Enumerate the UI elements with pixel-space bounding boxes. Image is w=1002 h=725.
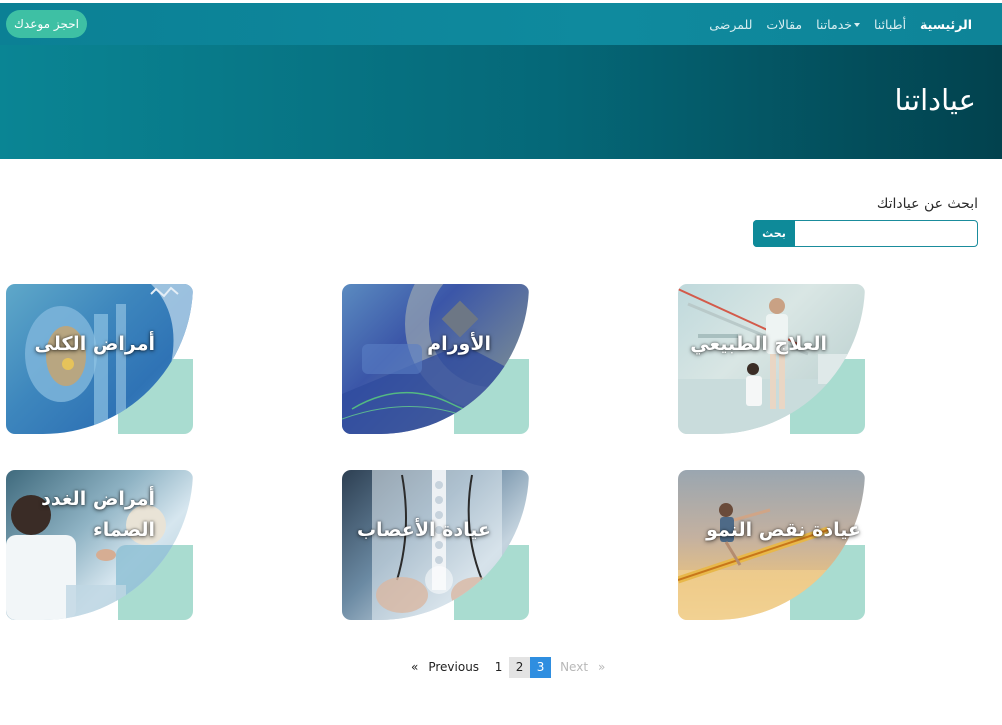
- clinic-card-growth[interactable]: عيادة نقص النمو: [678, 470, 865, 620]
- page-title: عياداتنا: [894, 83, 976, 117]
- search-button[interactable]: بحث: [753, 220, 795, 247]
- clinic-card-neurology[interactable]: عيادة الأعصاب: [342, 470, 529, 620]
- pagination-previous[interactable]: Previous: [423, 657, 484, 678]
- clinic-title: الأورام: [427, 333, 491, 355]
- clinic-card-oncology[interactable]: الأورام: [342, 284, 529, 434]
- nav-articles[interactable]: مقالات: [766, 17, 802, 32]
- clinic-card-physiotherapy[interactable]: العلاج الطبيعي: [678, 284, 865, 434]
- pagination-page-2[interactable]: 2: [509, 657, 531, 678]
- pagination-page-3[interactable]: 3: [530, 657, 552, 678]
- caret-down-icon: [853, 23, 860, 27]
- navbar: احجز موعدك الرئيسية أطبائنا خدماتنا مقال…: [0, 3, 1002, 45]
- nav-services[interactable]: خدماتنا: [816, 17, 860, 32]
- book-appointment-button[interactable]: احجز موعدك: [6, 10, 87, 38]
- pagination-page-1[interactable]: 1: [488, 657, 509, 678]
- pagination-next-arrow: »: [598, 660, 606, 674]
- nav-patients[interactable]: للمرضى: [709, 17, 752, 32]
- clinic-title: عيادة الأعصاب: [356, 519, 491, 541]
- clinic-card-endocrinology[interactable]: أمراض الغدد الصماء: [6, 470, 193, 620]
- pagination-prev-arrow[interactable]: «: [406, 657, 423, 678]
- search-input[interactable]: [796, 221, 974, 246]
- clinic-card-nephrology[interactable]: أمراض الكلى: [6, 284, 193, 434]
- clinic-title: أمراض الكلى: [34, 333, 155, 355]
- clinic-title: العلاج الطبيعي: [690, 333, 827, 355]
- clinic-title: عيادة نقص النمو: [706, 519, 861, 541]
- nav-services-label: خدماتنا: [816, 16, 852, 32]
- pagination-next: Next: [560, 660, 589, 674]
- pagination: « Previous 1 2 3 Next »: [406, 657, 610, 678]
- hero-banner: عياداتنا: [0, 45, 1002, 159]
- nav-doctors[interactable]: أطبائنا: [874, 17, 906, 32]
- nav-home[interactable]: الرئيسية: [920, 17, 972, 32]
- search-label: ابحث عن عياداتك: [876, 196, 978, 212]
- nav-links: الرئيسية أطبائنا خدماتنا مقالات للمرضى: [709, 3, 972, 45]
- search-box: بحث: [753, 220, 978, 247]
- clinic-title: أمراض الغدد الصماء: [41, 488, 155, 541]
